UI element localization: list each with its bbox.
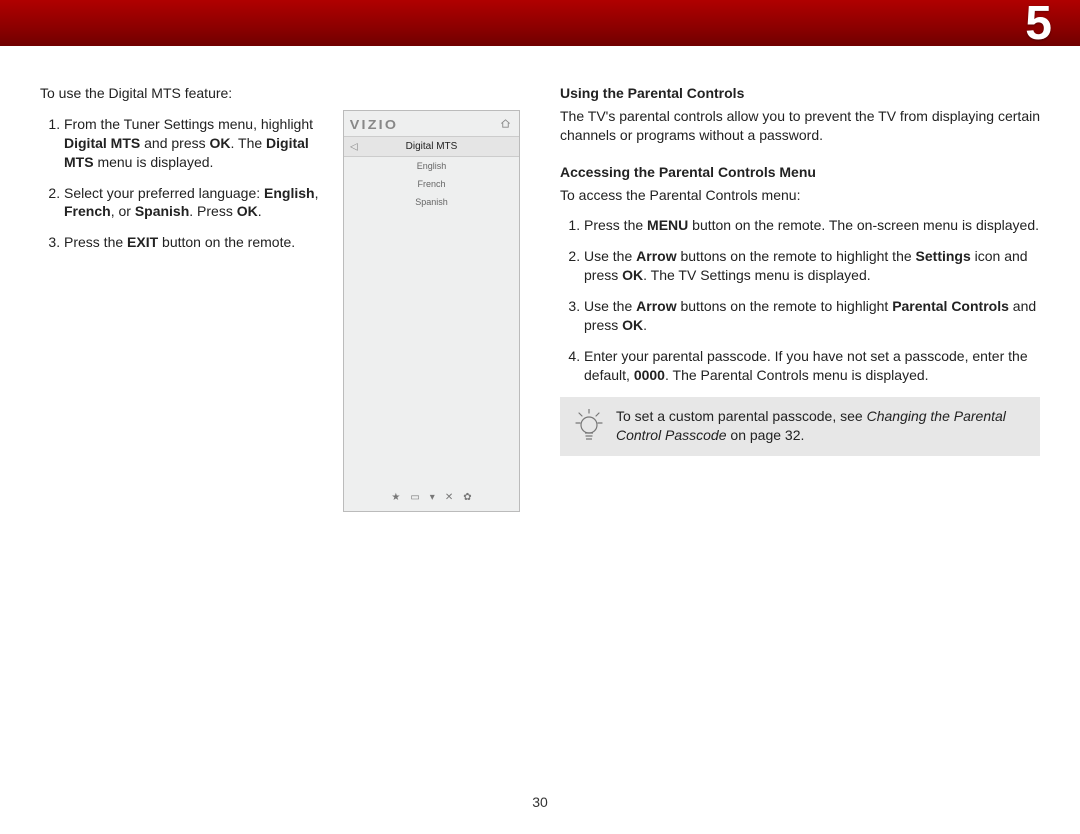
tv-menu-top: VIZIO bbox=[344, 111, 519, 136]
left-intro: To use the Digital MTS feature: bbox=[40, 84, 319, 103]
parental-paragraph: The TV's parental controls allow you to … bbox=[560, 107, 1040, 145]
right-step-2: Use the Arrow buttons on the remote to h… bbox=[584, 247, 1040, 285]
box-icon: ▭ bbox=[410, 492, 419, 503]
right-step-3: Use the Arrow buttons on the remote to h… bbox=[584, 297, 1040, 335]
accessing-intro: To access the Parental Controls menu: bbox=[560, 186, 1040, 205]
right-step-4: Enter your parental passcode. If you hav… bbox=[584, 347, 1040, 385]
tv-item-spanish: Spanish bbox=[344, 193, 519, 211]
x-icon: ✕ bbox=[445, 492, 453, 503]
left-step-1: From the Tuner Settings menu, highlight … bbox=[64, 115, 319, 172]
tip-box: To set a custom parental passcode, see C… bbox=[560, 397, 1040, 456]
back-icon: ◁ bbox=[350, 141, 358, 152]
chapter-header-band: 5 bbox=[0, 0, 1080, 48]
section-head-parental: Using the Parental Controls bbox=[560, 84, 1040, 103]
subhead-accessing: Accessing the Parental Controls Menu bbox=[560, 163, 1040, 182]
tv-menu-mock: VIZIO ◁ Digital MTS English French Spani… bbox=[343, 110, 520, 512]
right-step-1: Press the MENU button on the remote. The… bbox=[584, 216, 1040, 235]
right-steps: Press the MENU button on the remote. The… bbox=[560, 216, 1040, 384]
left-column-text: To use the Digital MTS feature: From the… bbox=[40, 84, 319, 512]
tip-text: To set a custom parental passcode, see C… bbox=[616, 407, 1026, 445]
left-steps: From the Tuner Settings menu, highlight … bbox=[40, 115, 319, 252]
tv-spacer bbox=[344, 211, 519, 484]
star-icon: ★ bbox=[391, 492, 400, 503]
caret-icon: ▾ bbox=[430, 492, 435, 503]
bulb-icon bbox=[574, 407, 604, 446]
vizio-logo: VIZIO bbox=[350, 117, 398, 132]
header-rule bbox=[0, 46, 1080, 48]
tv-item-english: English bbox=[344, 157, 519, 175]
page-body: To use the Digital MTS feature: From the… bbox=[0, 48, 1080, 512]
left-step-2: Select your preferred language: English,… bbox=[64, 184, 319, 222]
gear-icon: ✿ bbox=[463, 492, 471, 503]
home-icon bbox=[500, 118, 511, 132]
left-step-3: Press the EXIT button on the remote. bbox=[64, 233, 319, 252]
page-number: 30 bbox=[532, 794, 548, 810]
right-column: Using the Parental Controls The TV's par… bbox=[560, 84, 1040, 512]
tv-bottom-bar: ★ ▭ ▾ ✕ ✿ bbox=[344, 484, 519, 511]
tv-menu-title-row: ◁ Digital MTS bbox=[344, 137, 519, 157]
chapter-number: 5 bbox=[1025, 0, 1052, 51]
tv-item-french: French bbox=[344, 175, 519, 193]
left-column: To use the Digital MTS feature: From the… bbox=[40, 84, 520, 512]
tv-menu-title: Digital MTS bbox=[406, 141, 458, 152]
